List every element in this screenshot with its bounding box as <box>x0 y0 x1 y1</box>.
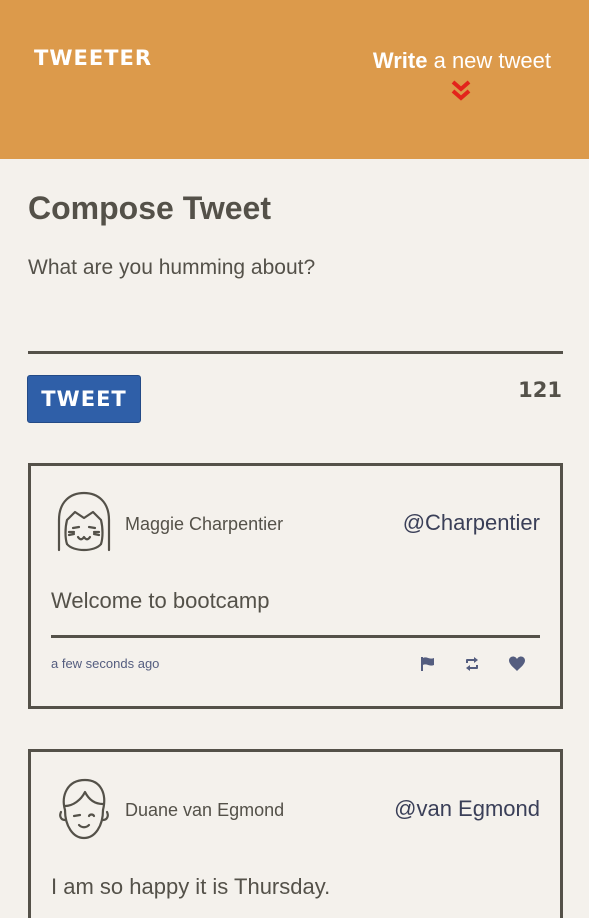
girl-avatar-icon <box>57 491 111 552</box>
tweet-content: Welcome to bootcamp <box>51 588 270 613</box>
author-name: Duane van Egmond <box>125 800 285 820</box>
author-name: Maggie Charpentier <box>125 514 284 534</box>
tweet-card: Maggie Charpentier @Charpentier Welcome … <box>28 463 563 709</box>
author-handle: @Charpentier <box>402 510 540 535</box>
write-rest-label: a new tweet <box>427 48 551 73</box>
retweet-icon[interactable] <box>463 655 481 673</box>
tweet-timestamp: a few seconds ago <box>51 656 160 671</box>
write-new-tweet-link[interactable]: Write a new tweet <box>373 48 551 74</box>
write-label: Write <box>372 48 428 73</box>
heart-icon[interactable] <box>508 655 526 673</box>
flag-icon[interactable] <box>419 655 437 673</box>
double-chevron-down-icon[interactable] <box>449 80 473 102</box>
tweet-button[interactable]: TWEET <box>27 375 141 423</box>
tweet-content: I am so happy it is Thursday. <box>51 874 331 899</box>
author-handle: @van Egmond <box>394 796 540 821</box>
boy-avatar-icon <box>59 778 109 840</box>
page-header: TWEETER Write a new tweet <box>0 0 589 159</box>
tweet-divider <box>51 635 540 638</box>
tweet-textarea[interactable] <box>28 256 563 354</box>
tweet-card: Duane van Egmond @van Egmond I am so hap… <box>28 749 563 918</box>
logo[interactable]: TWEETER <box>34 46 152 70</box>
character-counter: 121 <box>518 378 562 402</box>
compose-title: Compose Tweet <box>28 190 271 226</box>
